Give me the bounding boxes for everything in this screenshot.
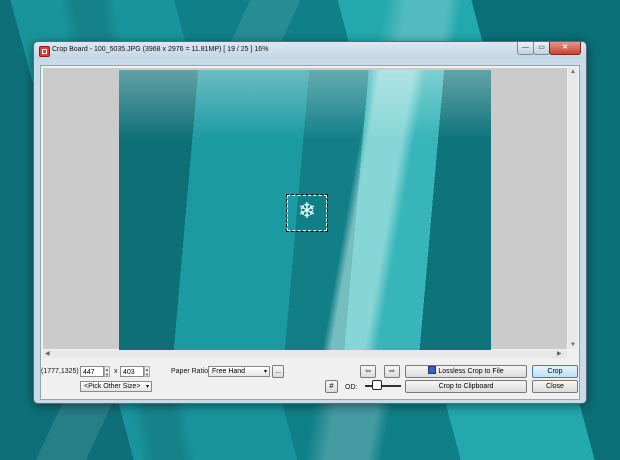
snowflake-icon: ❄ [297,199,317,224]
paper-ratio-select[interactable]: Free Hand ▾ [208,366,270,377]
od-slider-knob[interactable] [372,380,382,390]
maximize-button[interactable]: ▭ [533,42,550,55]
vertical-scrollbar[interactable]: ▲ ▼ [568,68,577,349]
photo-highlight [119,70,491,140]
close-button[interactable]: Close [532,380,578,393]
photo-preview[interactable]: ❄ [119,70,491,350]
od-label: OD: [345,384,358,391]
od-slider-track[interactable] [365,385,401,387]
pick-size-select[interactable]: <Pick Other Size> ▾ [80,381,152,392]
crop-selection-box[interactable]: ❄ [286,194,328,232]
chevron-down-icon: ▾ [263,369,267,375]
lossless-crop-button[interactable]: Lossless Crop to File [405,365,527,378]
crop-height-field[interactable]: 403 [120,366,144,377]
crop-to-clipboard-button[interactable]: Crop to Clipboard [405,380,527,393]
grid-toggle-button[interactable]: # [325,380,338,393]
scroll-down-icon[interactable]: ▼ [570,341,576,349]
pick-size-value: <Pick Other Size> [84,383,141,390]
save-disk-icon [428,366,437,374]
image-viewport[interactable]: ❄ [43,68,567,350]
paper-ratio-value: Free Hand [212,368,246,375]
close-window-button[interactable]: ✕ [549,42,581,55]
scroll-up-icon[interactable]: ▲ [570,68,576,76]
crop-width-field[interactable]: 447 [80,366,104,377]
lossless-crop-label: Lossless Crop to File [438,368,504,375]
previous-image-button[interactable]: ⇦ [360,365,376,378]
chevron-down-icon: ▾ [145,384,149,390]
crop-client-area: ❄ ▲ ▼ ◀ ▶ (1777,1325) 447 ▲ ▼ x 403 ▲ ▼ Pa… [40,65,580,400]
width-spinner[interactable]: ▲ ▼ [104,366,110,377]
paper-ratio-more-button[interactable]: ... [272,365,284,378]
height-spinner[interactable]: ▲ ▼ [144,366,150,377]
title-bar[interactable]: Crop Board - 100_5035.JPG (3968 x 2976 =… [34,42,586,59]
crop-button[interactable]: Crop [532,365,578,378]
dimension-separator: x [114,368,118,375]
cursor-coordinates: (1777,1325) [41,368,79,375]
window-title: Crop Board - 100_5035.JPG (3968 x 2976 =… [52,46,269,53]
scroll-right-icon[interactable]: ▶ [557,350,562,358]
crop-app-icon[interactable] [39,46,50,57]
horizontal-scrollbar[interactable]: ◀ ▶ [43,350,567,358]
scroll-left-icon[interactable]: ◀ [45,350,50,358]
paper-ratio-label: Paper Ratio: [171,368,210,375]
crop-board-window: Crop Board - 100_5035.JPG (3968 x 2976 =… [33,41,587,404]
next-image-button[interactable]: ⇨ [384,365,400,378]
minimize-button[interactable]: — [517,42,534,55]
